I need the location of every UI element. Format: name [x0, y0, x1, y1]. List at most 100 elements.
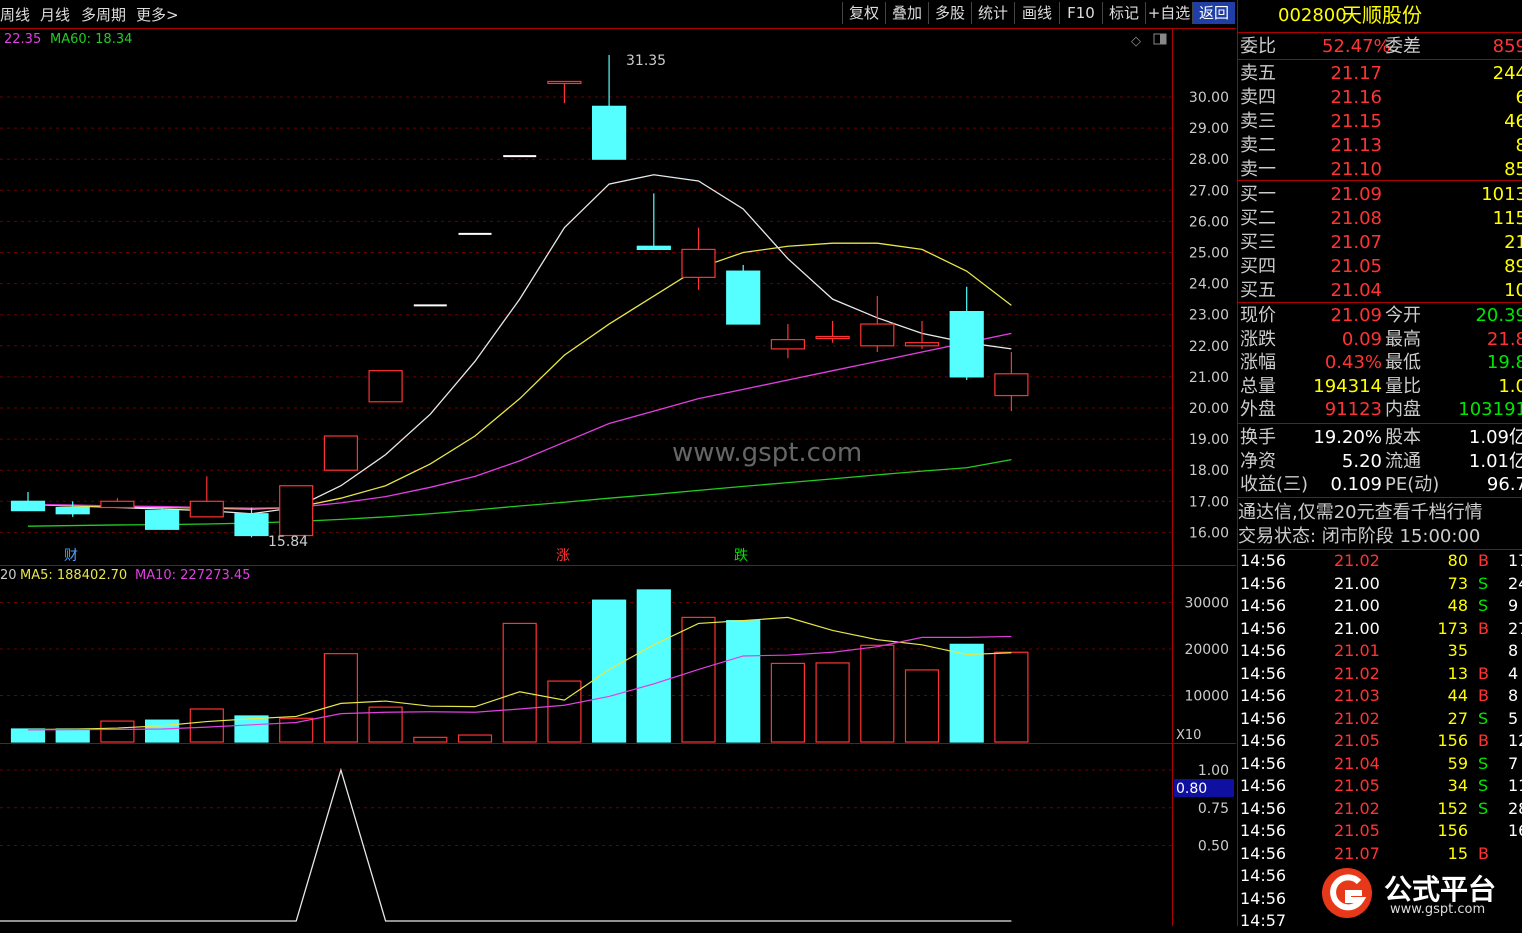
volume-label-prefix: 20 [0, 568, 17, 583]
volume-bar [100, 720, 135, 743]
price-tick-label: 26.00 [1189, 214, 1229, 230]
price-tick-label: 20.00 [1189, 401, 1229, 417]
volume-ma10-label: MA10: 227273.45 [135, 568, 250, 583]
buy-level-5[interactable]: 买五 21.04 10 [1238, 279, 1522, 302]
marker-fall: 跌 [734, 548, 748, 564]
stat-row: 现价 21.09 今开 20.39 [1240, 305, 1522, 326]
candle-body [636, 245, 671, 250]
volume-bar [770, 662, 806, 743]
buy-level-1[interactable]: 买一 21.09 1013 [1238, 183, 1522, 206]
price-tick-label: 18.00 [1189, 463, 1229, 479]
candle-body [591, 105, 627, 160]
candle-body [189, 500, 224, 518]
volume-unit-label: X10 [1176, 728, 1201, 743]
commission-diff-value: 859 [1492, 36, 1522, 57]
add-favorite-button[interactable]: +自选 [1145, 2, 1192, 24]
tick-row[interactable]: 14:56 21.03 44 B 8 [1238, 685, 1522, 708]
marker-rise: 涨 [556, 548, 570, 564]
sell-level-1[interactable]: 卖一 21.10 85 [1238, 158, 1522, 181]
tick-row[interactable]: 14:56 21.02 13 B 4 [1238, 663, 1522, 686]
toolbar: 周线 月线 多周期 更多> 复权 叠加 多股 统计 画线 F10 标记 +自选 … [0, 0, 1236, 29]
price-tick-label: 17.00 [1189, 494, 1229, 510]
tick-row[interactable]: 14:56 21.00 48 S 9 [1238, 595, 1522, 618]
candle-body [100, 500, 135, 509]
volume-bar [547, 680, 582, 743]
tick-row[interactable]: 14:5621.05156B12 [1238, 730, 1522, 753]
promo-text[interactable]: 通达信,仅需20元查看千档行情 [1238, 501, 1522, 524]
diamond-icon: ◇ [1131, 34, 1141, 49]
ma60-label: MA60: 18.34 [50, 32, 132, 47]
tick-row[interactable]: 14:56 21.07 15 B [1238, 843, 1522, 866]
candle-body [547, 80, 582, 85]
buy-level-2[interactable]: 买二 21.08 115 [1238, 207, 1522, 230]
tick-row[interactable]: 14:5621.0073S24 [1238, 573, 1522, 596]
candle-body [770, 338, 806, 350]
stat-row: 涨幅 0.43% 最低 19.8 [1240, 352, 1522, 373]
window-toggle-icon-fill [1160, 34, 1166, 44]
tick-row[interactable]: 14:56 21.02 27 S 5 [1238, 708, 1522, 731]
candle-body [279, 485, 314, 537]
price-tick-label: 19.00 [1189, 432, 1229, 448]
candle-body [949, 310, 984, 378]
buy-level-3[interactable]: 买三 21.07 21 [1238, 231, 1522, 254]
tick-row[interactable]: 14:5621.0515616 [1238, 820, 1522, 843]
volume-bar [10, 728, 46, 743]
volume-ma5-label: MA5: 188402.70 [20, 568, 127, 583]
volume-tick-label: 30000 [1184, 596, 1229, 612]
volume-bar [279, 717, 314, 743]
low-price-label: 15.84 [268, 534, 308, 550]
volume-bar [815, 662, 850, 743]
tick-row[interactable]: 14:56 21.01 35 8 [1238, 640, 1522, 663]
candle-body [994, 373, 1029, 397]
candle-body [904, 342, 940, 347]
tab-weekly[interactable]: 周线 [0, 4, 30, 25]
tick-row[interactable]: 14:56 21.04 59 S 7 [1238, 753, 1522, 776]
statistics-button[interactable]: 统计 [971, 2, 1014, 24]
logo-url: www.gspt.com [1390, 902, 1486, 917]
buy-level-4[interactable]: 买四 21.05 89 [1238, 255, 1522, 278]
quote-panel: 002800 天顺股份 委比 52.47% 委差 859 卖五 21.17 244 卖… [1237, 0, 1522, 930]
candle-body [10, 500, 46, 512]
volume-bar [55, 728, 90, 743]
back-button[interactable]: 返回 [1192, 2, 1235, 24]
draw-line-button[interactable]: 画线 [1014, 2, 1059, 24]
high-price-label: 31.35 [626, 53, 666, 69]
tab-monthly[interactable]: 月线 [40, 4, 70, 25]
stat-row: 涨跌 0.09 最高 21.8 [1240, 328, 1522, 350]
commission-ratio-value: 52.47% [1322, 36, 1391, 57]
restore-rights-button[interactable]: 复权 [842, 2, 885, 24]
volume-ma10-line [27, 635, 1012, 731]
indicator-tick-label: 1.00 [1198, 763, 1229, 779]
volume-bar [681, 616, 716, 743]
indicator-current-value: 0.80 [1176, 781, 1207, 797]
sell-level-4[interactable]: 卖四 21.16 6 [1238, 86, 1522, 109]
sell-level-2[interactable]: 卖二 21.13 8 [1238, 134, 1522, 157]
tab-multi-period[interactable]: 多周期 [81, 4, 126, 25]
volume-tick-label: 10000 [1184, 689, 1229, 705]
sell-level-5[interactable]: 卖五 21.17 244 [1238, 62, 1522, 85]
multi-stock-button[interactable]: 多股 [928, 2, 971, 24]
chart-area[interactable]: 30.00 29.00 28.00 27.00 26.00 25.00 24.00 23.00… [0, 29, 1236, 926]
price-tick-label: 25.00 [1189, 246, 1229, 262]
volume-tick-label: 20000 [1184, 642, 1229, 658]
candle-body [726, 270, 761, 325]
tick-row[interactable]: 14:5621.0280B17 [1238, 550, 1522, 573]
tick-row[interactable]: 14:5621.02152S28 [1238, 798, 1522, 821]
sell-level-3[interactable]: 卖三 21.15 46 [1238, 110, 1522, 133]
mark-button[interactable]: 标记 [1102, 2, 1145, 24]
tick-row[interactable]: 14:5621.00173B27 [1238, 618, 1522, 641]
price-tick-label: 24.00 [1189, 277, 1229, 293]
stat-row: 总量 194314 量比 1.0 [1240, 375, 1522, 397]
tab-more[interactable]: 更多> [136, 4, 179, 25]
stat2-row: 换手 19.20% 股本 1.09亿 [1240, 427, 1522, 448]
volume-bar [145, 719, 180, 743]
price-tick-label: 22.00 [1189, 339, 1229, 355]
kline-chart[interactable]: 30.00 29.00 28.00 27.00 26.00 25.00 24.00 23.00… [0, 29, 1236, 926]
stock-header[interactable]: 002800 天顺股份 [1238, 4, 1522, 30]
tick-row[interactable]: 14:5621.0534S11 [1238, 775, 1522, 798]
candle-body [234, 513, 269, 537]
watermark: www.gspt.com [672, 438, 862, 468]
f10-button[interactable]: F10 [1059, 2, 1102, 24]
logo: 公式平台 www.gspt.com [1318, 866, 1522, 922]
overlay-button[interactable]: 叠加 [885, 2, 928, 24]
